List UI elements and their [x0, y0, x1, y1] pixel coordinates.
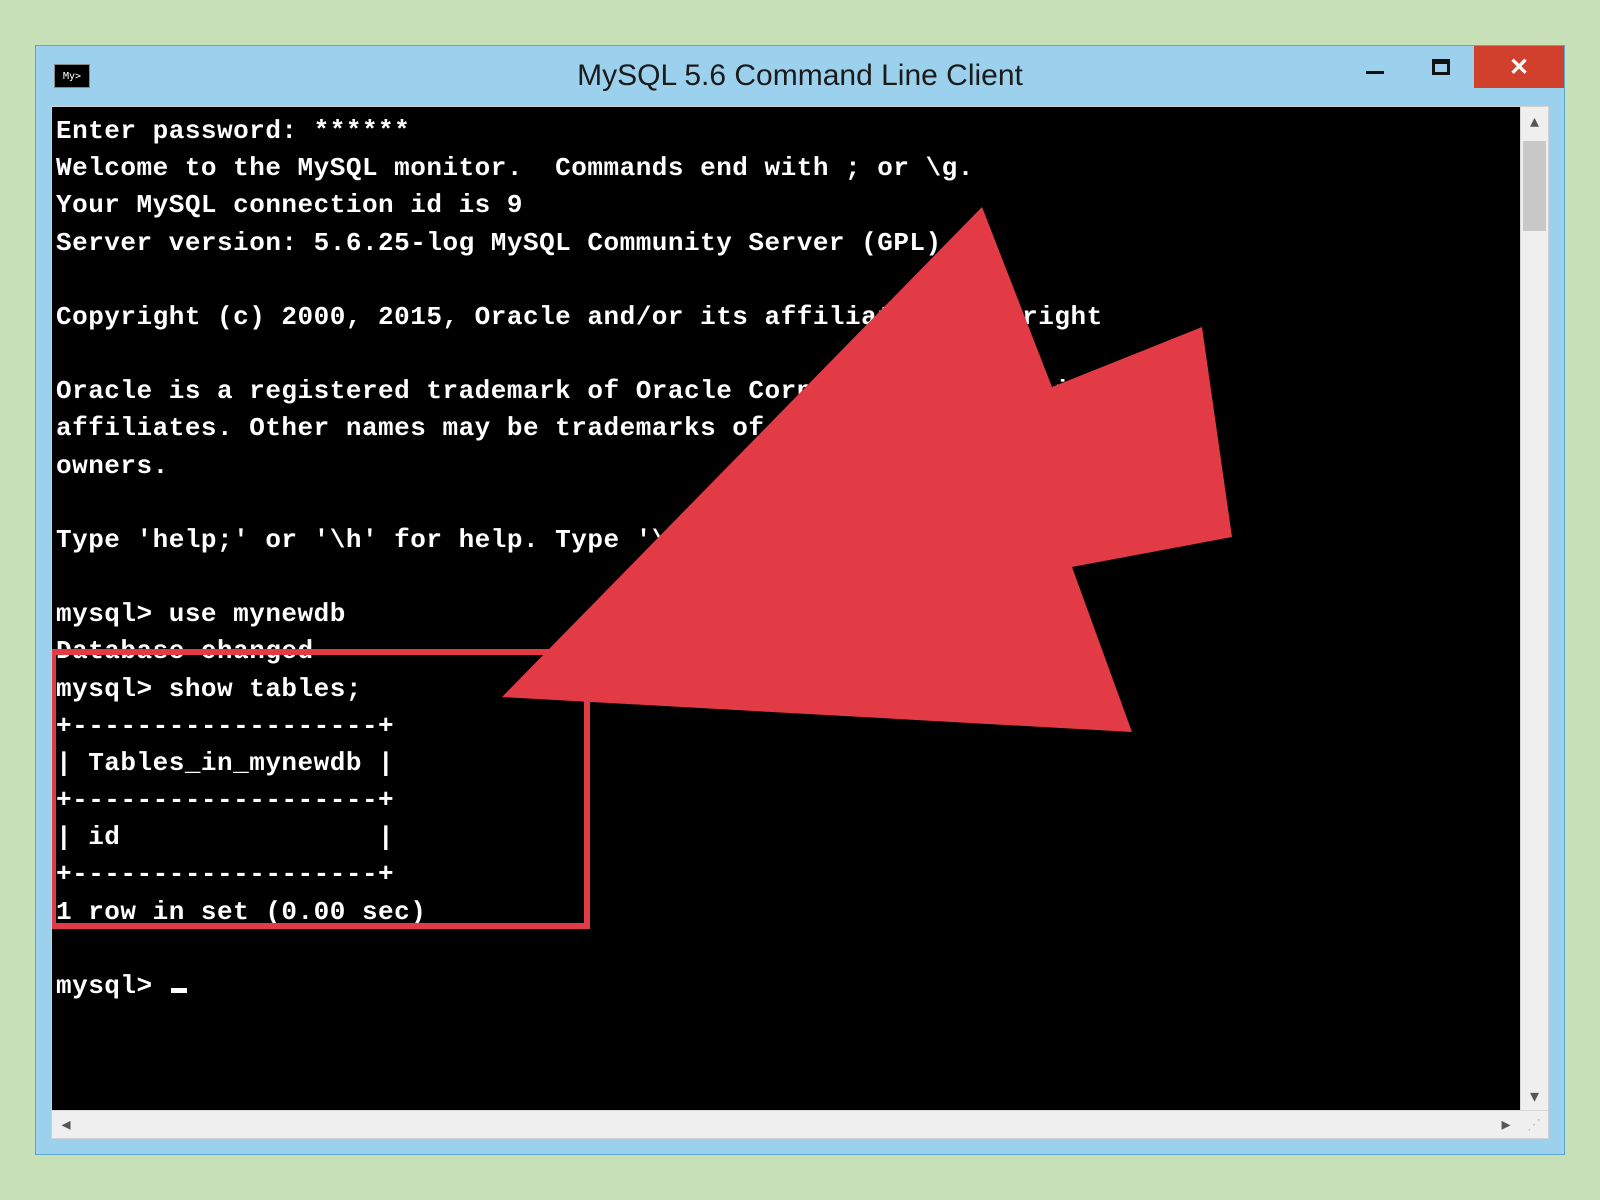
minimize-icon: [1366, 71, 1384, 74]
close-icon: ✕: [1509, 53, 1529, 82]
titlebar[interactable]: My> MySQL 5.6 Command Line Client ✕: [36, 46, 1564, 106]
maximize-icon: [1432, 59, 1450, 75]
terminal-output[interactable]: Enter password: ****** Welcome to the My…: [52, 107, 1520, 1110]
window-title: MySQL 5.6 Command Line Client: [36, 59, 1564, 93]
app-icon-label: My>: [63, 71, 81, 82]
horizontal-scrollbar[interactable]: ◂ ▸ ⋰: [52, 1110, 1548, 1138]
resize-grip-icon[interactable]: ⋰: [1520, 1111, 1548, 1138]
console-wrap: Enter password: ****** Welcome to the My…: [52, 107, 1548, 1110]
window-controls: ✕: [1342, 46, 1564, 88]
scroll-thumb[interactable]: [1523, 141, 1546, 231]
scroll-left-arrow-icon[interactable]: ◂: [52, 1111, 80, 1138]
hscroll-track[interactable]: [80, 1111, 1492, 1138]
app-icon: My>: [54, 64, 90, 88]
application-window: My> MySQL 5.6 Command Line Client ✕ Ente…: [35, 45, 1565, 1155]
scroll-down-arrow-icon[interactable]: ▾: [1521, 1082, 1548, 1110]
scroll-up-arrow-icon[interactable]: ▴: [1521, 107, 1548, 135]
client-area: Enter password: ****** Welcome to the My…: [51, 106, 1549, 1139]
scroll-right-arrow-icon[interactable]: ▸: [1492, 1111, 1520, 1138]
close-button[interactable]: ✕: [1474, 46, 1564, 88]
minimize-button[interactable]: [1342, 46, 1408, 88]
maximize-button[interactable]: [1408, 46, 1474, 88]
vertical-scrollbar[interactable]: ▴ ▾: [1520, 107, 1548, 1110]
